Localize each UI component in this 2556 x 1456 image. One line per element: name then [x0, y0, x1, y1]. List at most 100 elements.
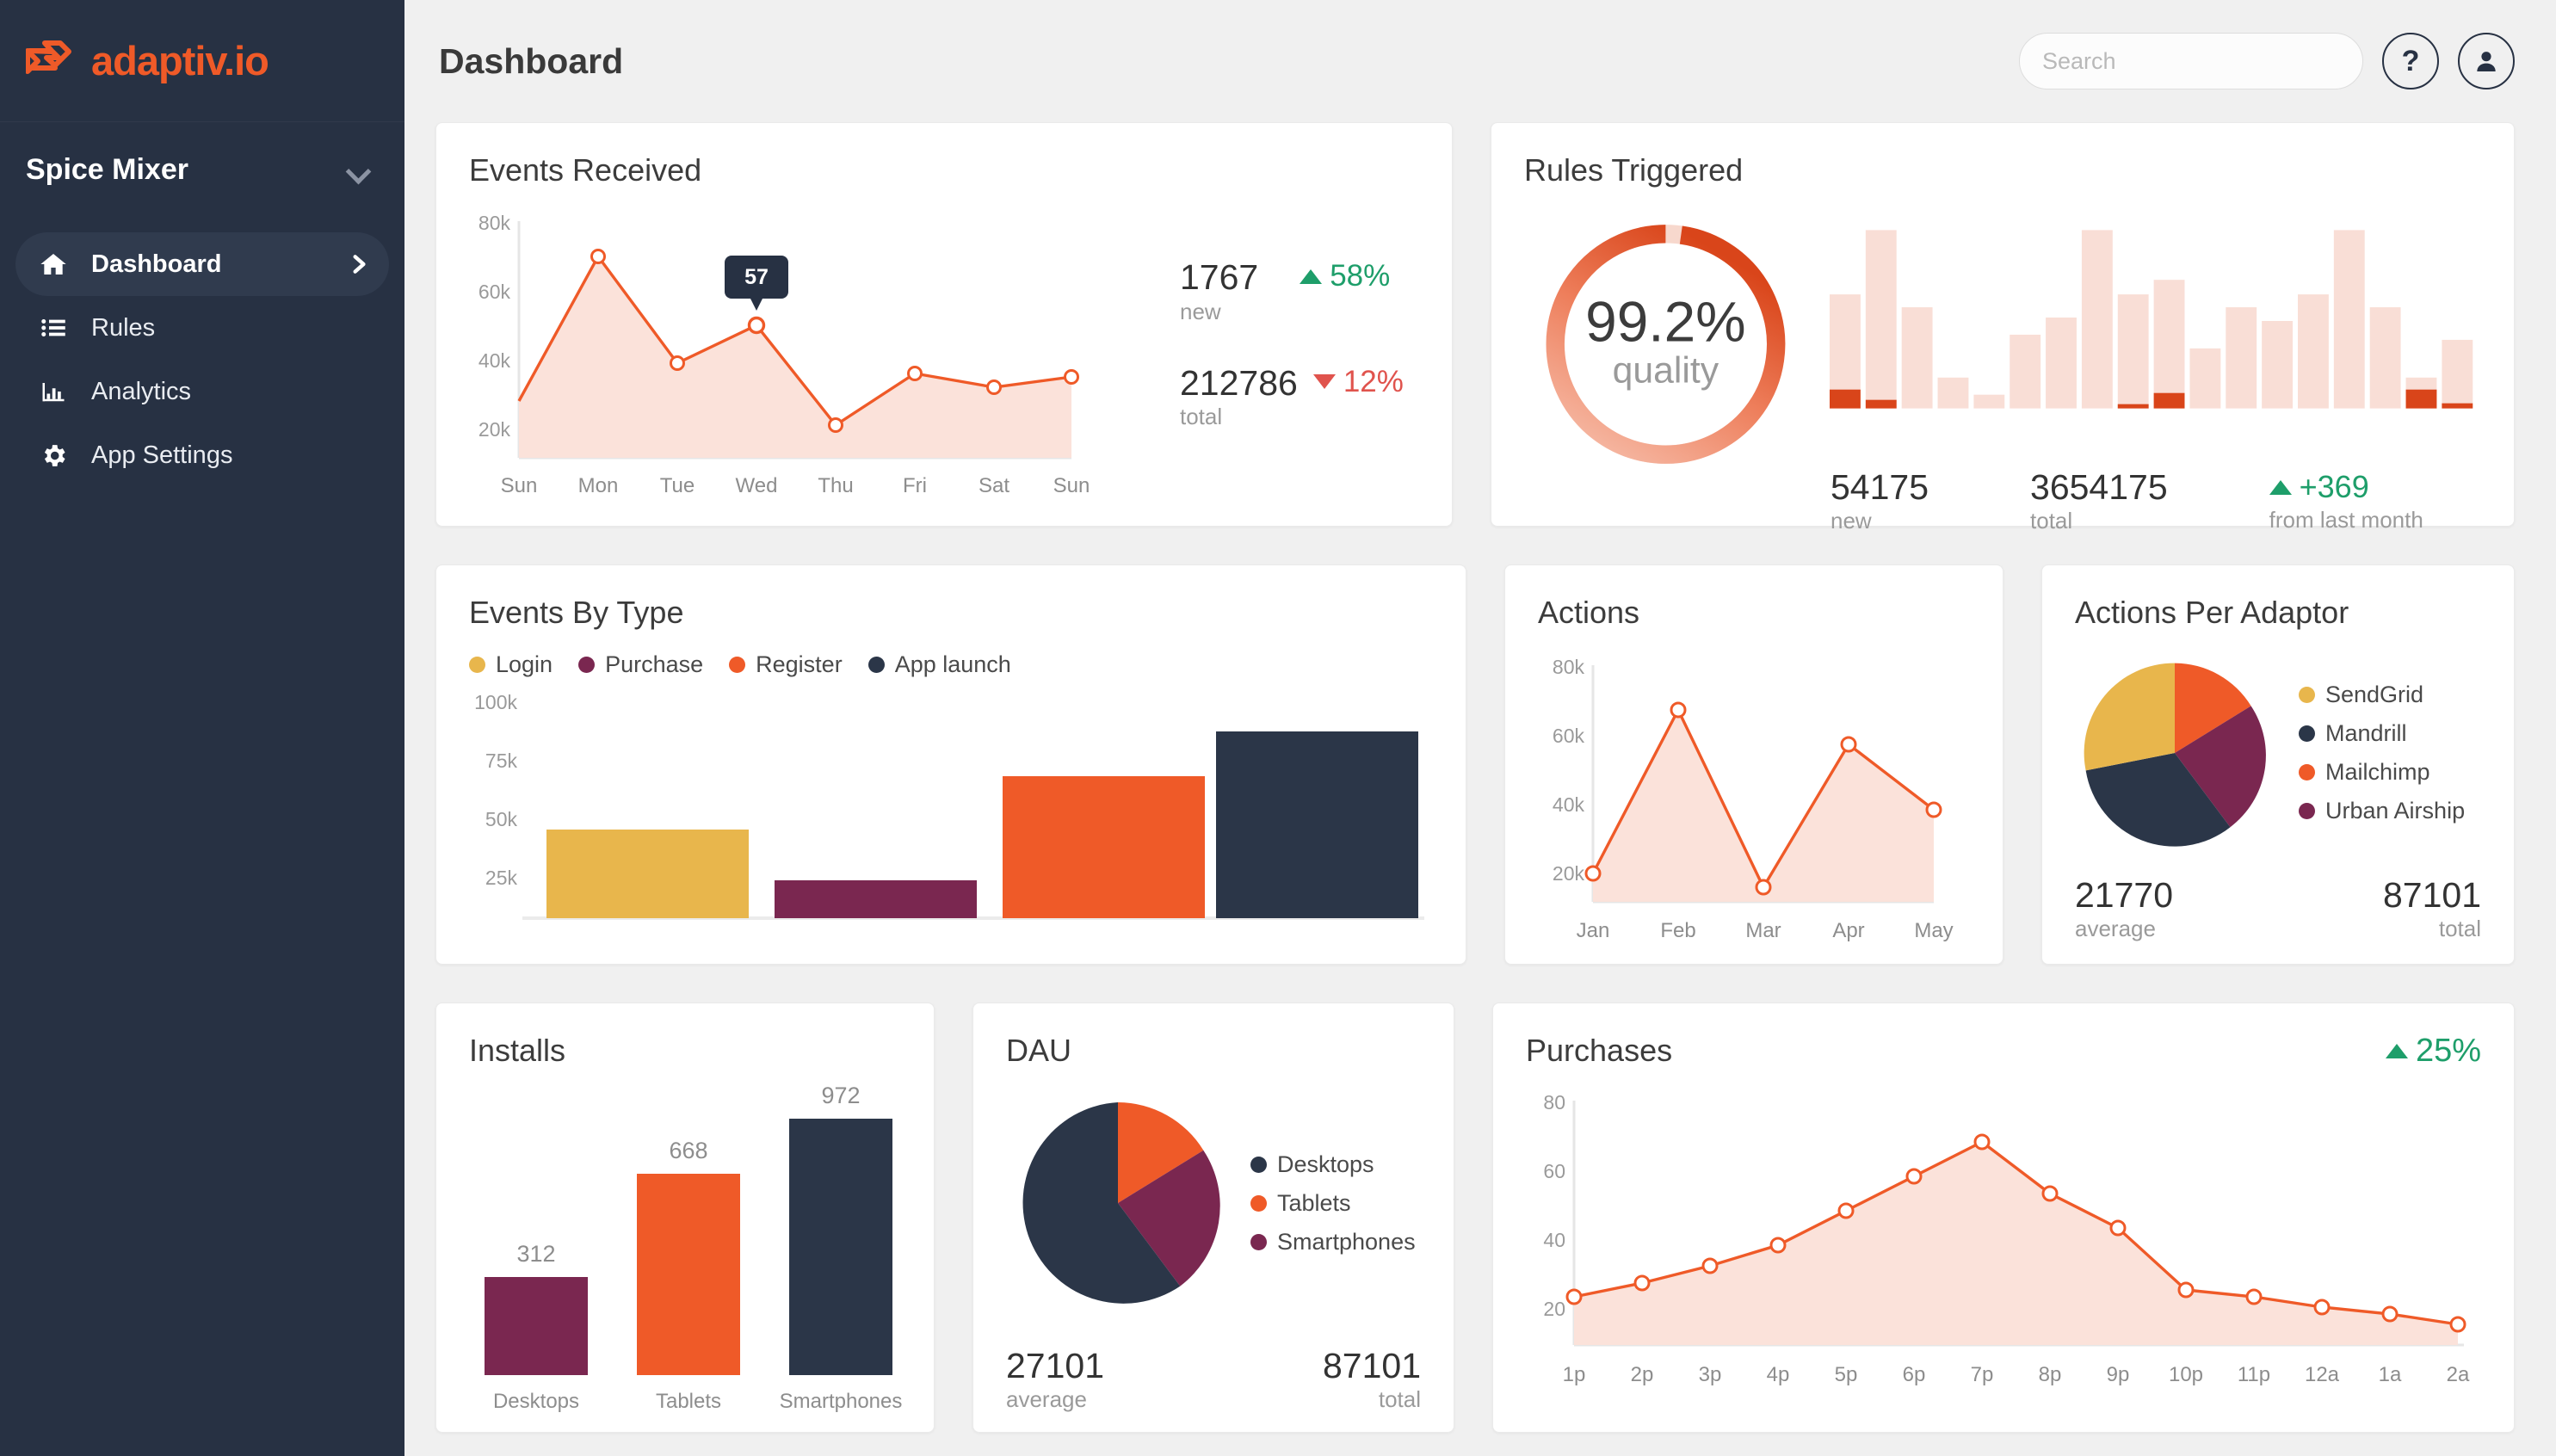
bar-desktops — [485, 1277, 588, 1375]
legend-label: Urban Airship — [2325, 798, 2466, 824]
sidebar-item-dashboard[interactable]: Dashboard — [15, 232, 389, 296]
legend-dot-icon — [578, 657, 596, 673]
x-tick-label: Feb — [1660, 919, 1695, 942]
sidebar-nav: Dashboard Rules Analytics App Settings — [0, 232, 404, 487]
x-tick-label: 12a — [2305, 1363, 2340, 1386]
main-area: Dashboard ? — [404, 0, 2556, 1456]
adaptiv-logo-icon — [26, 40, 71, 74]
trend-value: +369 — [2299, 469, 2369, 504]
x-tick-label: 9p — [2107, 1363, 2130, 1386]
card-dau: DAU Desktops Tablets Smartphones 27101 a… — [972, 1003, 1454, 1433]
legend-item-login[interactable]: Login — [469, 651, 553, 678]
x-tick-label: Sun — [1053, 474, 1090, 497]
stat-label: new — [1180, 298, 1221, 324]
bar-chart-icon — [34, 379, 72, 404]
x-tick-label: Mon — [578, 474, 619, 497]
adaptor-pie-chart — [2084, 663, 2266, 847]
trend-from-last-month: +369 from last month — [2269, 469, 2423, 534]
search-box[interactable] — [2019, 33, 2363, 89]
bar-login — [546, 830, 749, 918]
legend-dot-icon — [2299, 764, 2315, 780]
legend-item-urban-airship[interactable]: Urban Airship — [2299, 798, 2465, 824]
sidebar-item-rules[interactable]: Rules — [15, 296, 389, 360]
y-tick-label: 60k — [1553, 725, 1585, 747]
brand-logo[interactable]: adaptiv.io — [0, 0, 404, 122]
legend-item-desktops[interactable]: Desktops — [1250, 1151, 1374, 1178]
bar-group — [1829, 230, 2473, 409]
adaptor-legend: SendGrid Mandrill Mailchimp Urban Airshi… — [2299, 682, 2465, 824]
x-tick-label: Apr — [1832, 919, 1864, 942]
y-tick-label: 20k — [478, 418, 511, 441]
legend-dot-icon — [1250, 1233, 1267, 1250]
legend-label: Login — [496, 651, 553, 677]
home-icon — [34, 250, 72, 278]
sidebar-item-analytics[interactable]: Analytics — [15, 360, 389, 423]
y-tick-label: 20 — [1543, 1298, 1565, 1320]
stat-value: 212786 — [1180, 362, 1298, 403]
events-received-chart: 80k 60k 40k 20k 57 Sun Mon Tue Wed Thu F… — [478, 212, 1090, 497]
pie-slice-sendgrid — [2084, 663, 2175, 771]
dashboard-row-1: Events Received 80k 60k 40k 20k 57 Sun M… — [435, 122, 2515, 534]
legend-item-smartphones[interactable]: Smartphones — [1250, 1229, 1416, 1255]
sidebar-item-app-settings[interactable]: App Settings — [15, 423, 389, 487]
legend-label: Tablets — [1277, 1189, 1351, 1216]
x-tick-label: 8p — [2039, 1363, 2062, 1386]
bar-smartphones — [789, 1119, 892, 1375]
card-actions: Actions 80k 60k 40k 20k Jan Feb Mar Apr … — [1504, 565, 2003, 965]
list-icon — [34, 315, 72, 341]
legend-dot-icon — [2299, 687, 2315, 703]
legend-item-app-launch[interactable]: App launch — [867, 651, 1011, 678]
legend-dot-icon — [1250, 1156, 1267, 1173]
dau-legend: Desktops Tablets Smartphones — [1250, 1151, 1416, 1255]
adaptor-stats: 21770 average 87101 total — [2075, 876, 2481, 942]
sidebar-item-label: Rules — [91, 313, 156, 342]
y-tick-label: 60 — [1543, 1160, 1565, 1182]
x-tick-label: 7p — [1971, 1363, 1994, 1386]
x-tick-label: 11p — [2238, 1363, 2270, 1386]
card-title: Actions — [1538, 595, 1640, 630]
bar-value-label: 668 — [669, 1138, 707, 1163]
legend-item-mailchimp[interactable]: Mailchimp — [2299, 759, 2430, 786]
legend-item-mandrill[interactable]: Mandrill — [2299, 720, 2407, 747]
x-tick-label: 1a — [2379, 1363, 2402, 1386]
purchases-area-chart: 80 60 40 20 1p 2p 3p 4p 5p 6p 7p 8p 9p 1… — [1543, 1091, 2470, 1386]
sidebar-item-label: Analytics — [91, 377, 192, 405]
x-tick-label: 4p — [1767, 1363, 1790, 1386]
bar-value-label: 312 — [516, 1241, 555, 1267]
trend-up-badge: 58% — [1300, 259, 1390, 293]
x-tick-label: Thu — [818, 474, 853, 497]
legend-label: App launch — [894, 651, 1011, 677]
stat-label: new — [1831, 508, 1872, 534]
rules-activity-bar-chart — [1829, 230, 2473, 409]
search-input[interactable] — [2042, 47, 2347, 75]
help-button[interactable]: ? — [2382, 33, 2439, 89]
trend-value: 12% — [1343, 364, 1404, 398]
x-tick-label: Mar — [1745, 919, 1781, 942]
legend-item-register[interactable]: Register — [729, 651, 843, 678]
legend-label: Mailchimp — [2325, 759, 2430, 785]
y-tick-label: 40k — [1553, 793, 1585, 816]
legend-item-sendgrid[interactable]: SendGrid — [2299, 682, 2423, 708]
x-tick-label: 2a — [2447, 1363, 2470, 1386]
x-tick-label: Wed — [736, 474, 778, 497]
chart-tooltip: 57 — [725, 256, 788, 311]
legend-item-purchase[interactable]: Purchase — [578, 651, 703, 678]
trend-label: from last month — [2269, 507, 2423, 533]
stat-label: total — [1180, 403, 1223, 429]
stat-value: 1767 — [1180, 257, 1259, 298]
x-tick-label: May — [1914, 919, 1953, 942]
stat-label: total — [1378, 1386, 1421, 1413]
x-tick-label: 1p — [1563, 1363, 1586, 1386]
stat-average: 27101 average — [1006, 1347, 1104, 1413]
legend-item-tablets[interactable]: Tablets — [1250, 1190, 1351, 1217]
chevron-right-icon — [348, 253, 370, 275]
workspace-selector[interactable]: Spice Mixer — [0, 122, 404, 217]
purchases-trend-badge: 25% — [2385, 1033, 2481, 1070]
question-mark-icon: ? — [2401, 45, 2420, 77]
triangle-down-icon — [1312, 374, 1336, 389]
bar-purchase — [775, 880, 977, 918]
installs-bar-chart: 312 668 972 Desktops Tablets Smartphones — [485, 1083, 902, 1413]
events-by-type-bar-chart: 100k 75k 50k 25k — [474, 691, 1424, 920]
bar-tablets — [637, 1174, 740, 1375]
user-profile-button[interactable] — [2458, 33, 2515, 89]
